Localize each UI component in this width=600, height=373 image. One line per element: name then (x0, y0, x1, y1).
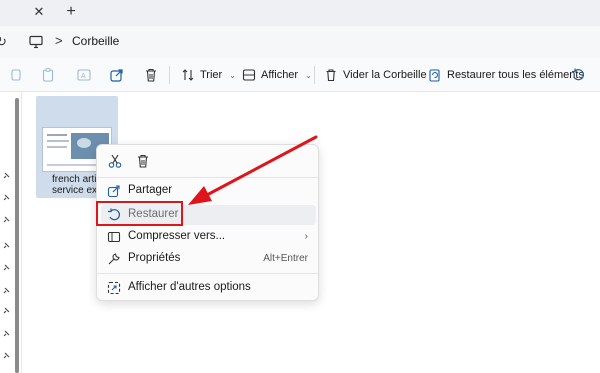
restore-selection-button[interactable] (571, 66, 590, 84)
pin-icon[interactable] (2, 330, 10, 338)
command-bar: A Trier ⌄ Afficher ⌄ Vider la Corbeille (0, 58, 600, 92)
computer-icon[interactable] (29, 35, 43, 49)
pin-icon[interactable] (2, 242, 10, 250)
pin-icon[interactable] (2, 307, 10, 315)
menu-divider (97, 273, 320, 274)
pin-icon[interactable] (2, 172, 10, 180)
menu-item-more-options-label: Afficher d'autres options (128, 281, 251, 293)
more-options-icon (107, 281, 121, 295)
view-icon (242, 69, 256, 81)
chevron-right-icon: › (304, 231, 308, 242)
empty-recycle-bin-label: Vider la Corbeille (343, 69, 427, 81)
pin-icon[interactable] (2, 287, 10, 295)
pin-icon[interactable] (2, 352, 10, 360)
menu-item-share-label: Partager (128, 184, 173, 196)
breadcrumb-recycle-bin[interactable]: Corbeille (72, 34, 119, 48)
annotation-highlight-box (96, 201, 183, 226)
delete-icon[interactable] (135, 153, 151, 169)
share-icon[interactable] (109, 67, 125, 83)
paste-icon[interactable] (40, 67, 56, 83)
copy-icon[interactable] (8, 67, 24, 83)
toolbar-divider (314, 66, 315, 84)
new-tab-button[interactable]: + (62, 3, 80, 21)
empty-recycle-bin-button[interactable]: Vider la Corbeille (324, 66, 427, 84)
tab-close-button[interactable]: ✕ (31, 4, 47, 20)
address-bar: ↻ > Corbeille (0, 26, 600, 58)
archive-icon (107, 231, 121, 243)
breadcrumb-separator[interactable]: > (55, 33, 63, 48)
navigation-pane (0, 92, 22, 373)
context-menu-quick-actions (97, 145, 320, 175)
cut-icon[interactable] (107, 153, 123, 169)
sort-label: Trier (200, 69, 223, 81)
rename-icon[interactable]: A (76, 67, 92, 83)
svg-text:A: A (81, 73, 86, 80)
menu-item-compress[interactable]: Compresser vers... › (101, 227, 316, 247)
menu-item-share[interactable]: Partager (101, 181, 316, 201)
share-icon (107, 185, 120, 198)
menu-item-properties-label: Propriétés (128, 252, 181, 264)
menu-item-compress-label: Compresser vers... (128, 230, 226, 242)
pin-icon[interactable] (2, 216, 10, 224)
properties-shortcut: Alt+Entrer (263, 253, 308, 264)
menu-item-more-options[interactable]: Afficher d'autres options (101, 278, 316, 298)
restore-all-label: Restaurer tous les éléments (447, 69, 584, 81)
view-label: Afficher (261, 69, 299, 81)
navigation-scrollbar[interactable] (15, 98, 19, 373)
pin-icon[interactable] (2, 264, 10, 272)
wrench-icon (108, 253, 120, 265)
restore-all-button[interactable]: Restaurer tous les éléments (428, 66, 584, 84)
sort-icon (182, 69, 194, 81)
restore-all-icon (429, 69, 440, 82)
sort-button[interactable]: Trier ⌄ (181, 66, 236, 84)
sort-chevron-down-icon: ⌄ (229, 70, 236, 80)
menu-item-properties[interactable]: Propriétés Alt+Entrer (101, 249, 316, 269)
restore-icon (572, 68, 584, 81)
toolbar-divider (169, 66, 170, 84)
trash-icon (326, 69, 336, 82)
menu-divider (97, 177, 320, 178)
view-chevron-down-icon: ⌄ (305, 70, 312, 80)
tab-strip: ✕ + (0, 0, 600, 26)
view-button[interactable]: Afficher ⌄ (242, 66, 312, 84)
delete-icon[interactable] (143, 67, 159, 83)
pin-icon[interactable] (2, 194, 10, 202)
refresh-icon[interactable]: ↻ (0, 34, 7, 50)
